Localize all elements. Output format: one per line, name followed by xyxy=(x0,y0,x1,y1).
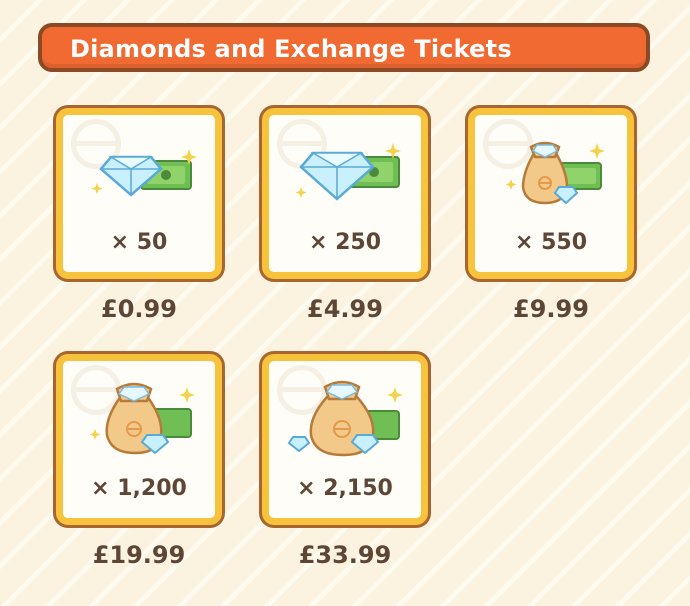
shop-item-diamonds-1200[interactable]: × 1,200 £19.99 xyxy=(56,354,222,569)
section-title: Diamonds and Exchange Tickets xyxy=(70,35,512,63)
item-price: £33.99 xyxy=(298,541,392,569)
shop-item-diamonds-50[interactable]: × 50 £0.99 xyxy=(56,108,222,323)
item-quantity: × 550 xyxy=(514,230,587,255)
item-price: £0.99 xyxy=(101,295,177,323)
item-quantity: × 2,150 xyxy=(297,476,393,501)
diamond-bag-with-ticket-icon xyxy=(505,141,605,205)
item-card[interactable]: × 1,200 xyxy=(56,354,222,525)
item-quantity: × 250 xyxy=(308,230,381,255)
shop-item-diamonds-550[interactable]: × 550 £9.99 xyxy=(468,108,634,323)
item-price: £9.99 xyxy=(513,295,589,323)
large-diamond-with-ticket-icon xyxy=(295,143,401,201)
item-price: £19.99 xyxy=(92,541,186,569)
large-diamond-bag-with-ticket-icon xyxy=(89,382,195,455)
item-card[interactable]: × 550 xyxy=(468,108,634,279)
extra-large-diamond-bag-with-ticket-icon xyxy=(287,380,403,457)
item-price: £4.99 xyxy=(307,295,383,323)
item-card[interactable]: × 50 xyxy=(56,108,222,279)
shop-item-diamonds-2150[interactable]: × 2,150 £33.99 xyxy=(262,354,428,569)
item-card[interactable]: × 2,150 xyxy=(262,354,428,525)
section-header: Diamonds and Exchange Tickets xyxy=(38,23,650,72)
item-card[interactable]: × 250 xyxy=(262,108,428,279)
item-quantity: × 1,200 xyxy=(91,476,187,501)
diamond-with-ticket-icon xyxy=(91,149,197,197)
item-quantity: × 50 xyxy=(110,230,168,255)
shop-item-diamonds-250[interactable]: × 250 £4.99 xyxy=(262,108,428,323)
